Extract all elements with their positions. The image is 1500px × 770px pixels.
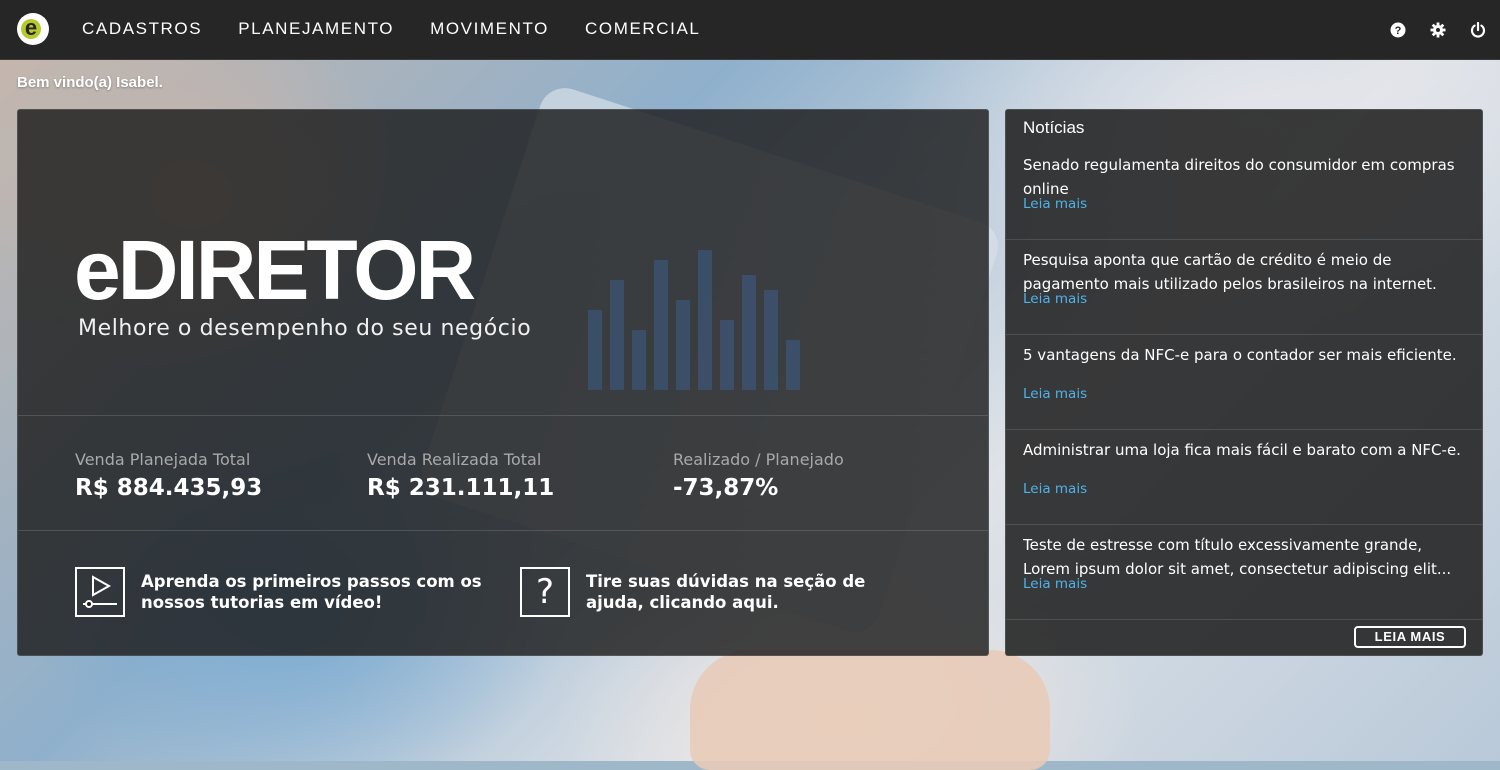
news-item: Teste de estresse com título excessivame… xyxy=(1006,525,1482,620)
news-headline: Pesquisa aponta que cartão de crédito é … xyxy=(1023,251,1437,293)
stat-ratio-value: -73,87% xyxy=(673,475,779,501)
news-headline: Administrar uma loja fica mais fácil e b… xyxy=(1023,441,1461,459)
top-navbar: e CADASTROS PLANEJAMENTO MOVIMENTO COMER… xyxy=(0,0,1500,60)
news-item: Senado regulamenta direitos do consumido… xyxy=(1006,145,1482,240)
nav-item-cadastros[interactable]: CADASTROS xyxy=(82,0,202,59)
news-read-more-link[interactable]: Leia mais xyxy=(1023,196,1466,212)
news-headline: Senado regulamenta direitos do consumido… xyxy=(1023,156,1455,198)
hero-panel: eDIRETOR Melhore o desempenho do seu neg… xyxy=(17,109,989,656)
top-icons: ? xyxy=(1366,0,1486,59)
stat-planned-label: Venda Planejada Total xyxy=(75,450,251,469)
news-headline: 5 vantagens da NFC-e para o contador ser… xyxy=(1023,346,1457,364)
main-menu: CADASTROS PLANEJAMENTO MOVIMENTO COMERCI… xyxy=(82,0,737,59)
question-icon: ? xyxy=(520,567,570,617)
stat-realized-label: Venda Realizada Total xyxy=(367,450,542,469)
stat-realized: Venda Realizada Total R$ 231.111,11 xyxy=(367,450,554,501)
background-hand xyxy=(690,650,1050,770)
read-more-button[interactable]: LEIA MAIS xyxy=(1354,626,1466,648)
welcome-message: Bem vindo(a) Isabel. xyxy=(17,74,163,91)
nav-item-planejamento[interactable]: PLANEJAMENTO xyxy=(238,0,394,59)
stat-planned-value: R$ 884.435,93 xyxy=(75,475,263,501)
decorative-bar-chart xyxy=(588,250,800,390)
hero-divider-bottom xyxy=(18,530,988,531)
video-icon xyxy=(75,567,125,617)
logo-letter: e xyxy=(24,15,38,40)
news-panel: Notícias Senado regulamenta direitos do … xyxy=(1005,109,1483,656)
news-item: 5 vantagens da NFC-e para o contador ser… xyxy=(1006,335,1482,430)
hero-divider-top xyxy=(18,415,988,416)
video-tutorials-link[interactable]: Aprenda os primeiros passos com os nosso… xyxy=(75,567,486,617)
nav-item-movimento[interactable]: MOVIMENTO xyxy=(430,0,549,59)
stat-realized-value: R$ 231.111,11 xyxy=(367,475,555,501)
stat-ratio-label: Realizado / Planejado xyxy=(673,450,844,469)
news-headline: Teste de estresse com título excessivame… xyxy=(1023,536,1452,578)
power-icon[interactable] xyxy=(1470,21,1486,38)
nav-item-comercial[interactable]: COMERCIAL xyxy=(585,0,700,59)
stat-planned: Venda Planejada Total R$ 884.435,93 xyxy=(75,450,262,501)
news-item: Pesquisa aponta que cartão de crédito é … xyxy=(1006,240,1482,335)
gear-icon[interactable] xyxy=(1430,22,1446,38)
help-section-text: Tire suas dúvidas na seção de ajuda, cli… xyxy=(586,572,866,612)
news-read-more-link[interactable]: Leia mais xyxy=(1023,481,1466,497)
help-icon[interactable]: ? xyxy=(1390,22,1406,38)
brand-tagline: Melhore o desempenho do seu negócio xyxy=(78,316,532,341)
news-read-more-link[interactable]: Leia mais xyxy=(1023,386,1466,402)
video-tutorials-text: Aprenda os primeiros passos com os nosso… xyxy=(141,572,482,612)
news-title: Notícias xyxy=(1023,118,1085,137)
logo[interactable]: e xyxy=(17,13,49,45)
help-section-link[interactable]: ? Tire suas dúvidas na seção de ajuda, c… xyxy=(520,567,926,617)
svg-text:?: ? xyxy=(1395,25,1402,37)
brand-title: eDIRETOR xyxy=(74,223,476,317)
stat-ratio: Realizado / Planejado -73,87% xyxy=(673,450,844,501)
news-item: Administrar uma loja fica mais fácil e b… xyxy=(1006,430,1482,525)
